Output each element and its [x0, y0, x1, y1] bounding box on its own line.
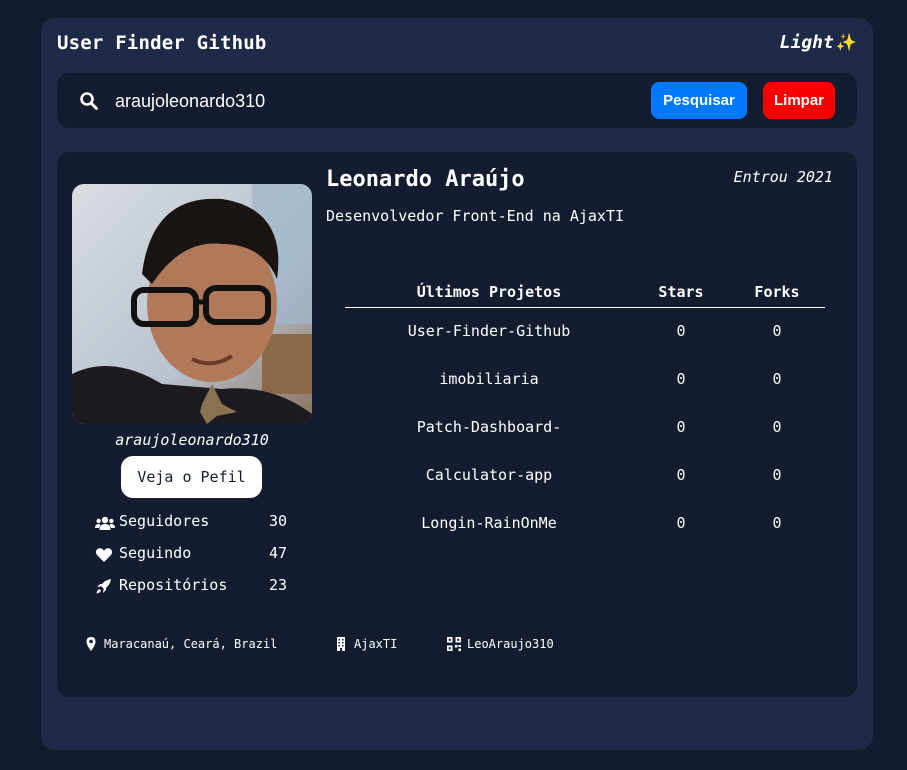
stat-label: Repositórios [119, 576, 228, 594]
app-title: User Finder Github [57, 32, 267, 54]
project-stars: 0 [676, 466, 686, 484]
rocket-icon [96, 579, 111, 594]
search-bar: Pesquisar Limpar [57, 73, 857, 128]
project-name[interactable]: Longin-RainOnMe [345, 514, 633, 532]
search-button[interactable]: Pesquisar [651, 82, 747, 119]
building-icon [337, 637, 345, 651]
project-name[interactable]: Patch-Dashboard- [345, 418, 633, 436]
projects-header-row: Últimos Projetos Stars Forks [345, 280, 825, 308]
search-input[interactable] [113, 85, 537, 117]
header: User Finder Github Light ✨ [57, 32, 857, 58]
project-forks: 0 [772, 370, 782, 388]
stat-value: 30 [268, 512, 287, 530]
location-item: Maracanaú, Ceará, Brazil [84, 637, 277, 651]
column-header-stars: Stars [658, 283, 704, 301]
project-forks: 0 [772, 418, 782, 436]
stat-value: 23 [268, 576, 287, 594]
project-forks: 0 [772, 514, 782, 532]
sparkle-icon: ✨ [835, 32, 857, 53]
table-row: Longin-RainOnMe 0 0 [345, 500, 825, 548]
project-name[interactable]: imobiliaria [345, 370, 633, 388]
project-forks: 0 [772, 322, 782, 340]
location-text: Maracanaú, Ceará, Brazil [104, 637, 278, 651]
stat-label: Seguindo [119, 544, 192, 562]
table-row: imobiliaria 0 0 [345, 356, 825, 404]
avatar [72, 184, 312, 424]
project-stars: 0 [676, 418, 686, 436]
company-item: AjaxTI [334, 637, 397, 651]
clear-button[interactable]: Limpar [763, 82, 835, 119]
view-profile-button[interactable]: Veja o Pefil [121, 456, 262, 498]
user-login: araujoleonardo310 [115, 431, 269, 449]
map-pin-icon [86, 637, 96, 651]
table-row: User-Finder-Github 0 0 [345, 308, 825, 356]
projects-table: Últimos Projetos Stars Forks User-Finder… [345, 280, 825, 548]
stat-label: Seguidores [119, 512, 210, 530]
project-name[interactable]: Calculator-app [345, 466, 633, 484]
table-row: Calculator-app 0 0 [345, 452, 825, 500]
heart-icon [95, 548, 113, 562]
social-item[interactable]: LeoAraujo310 [447, 637, 554, 651]
table-row: Patch-Dashboard- 0 0 [345, 404, 825, 452]
app-container: User Finder Github Light ✨ Pesquisar Lim… [41, 18, 873, 750]
stat-followers: Seguidores 30 [95, 512, 295, 544]
search-icon [80, 92, 98, 110]
project-forks: 0 [772, 466, 782, 484]
theme-toggle[interactable]: Light ✨ [780, 32, 857, 53]
profile-card: araujoleonardo310 Veja o Pefil Seguidore… [57, 152, 857, 697]
theme-label: Light [779, 32, 834, 53]
social-text: LeoAraujo310 [467, 637, 554, 651]
column-header-projects: Últimos Projetos [416, 283, 562, 301]
stat-value: 47 [268, 544, 287, 562]
project-stars: 0 [676, 370, 686, 388]
users-icon [95, 516, 115, 530]
column-header-forks: Forks [754, 283, 800, 301]
joined-date: Entrou 2021 [733, 168, 833, 186]
stat-following: Seguindo 47 [95, 544, 295, 576]
user-bio: Desenvolvedor Front-End na AjaxTI [326, 207, 625, 225]
project-stars: 0 [676, 514, 686, 532]
stat-repositories: Repositórios 23 [95, 576, 295, 608]
company-text: AjaxTI [354, 637, 398, 651]
qr-code-icon [447, 637, 461, 651]
project-stars: 0 [676, 322, 686, 340]
user-name: Leonardo Araújo [326, 167, 525, 192]
stats-list: Seguidores 30 Seguindo 47 Repositórios 2… [95, 512, 295, 608]
profile-footer: Maracanaú, Ceará, Brazil AjaxTI LeoArauj… [84, 637, 784, 657]
project-name[interactable]: User-Finder-Github [345, 322, 633, 340]
